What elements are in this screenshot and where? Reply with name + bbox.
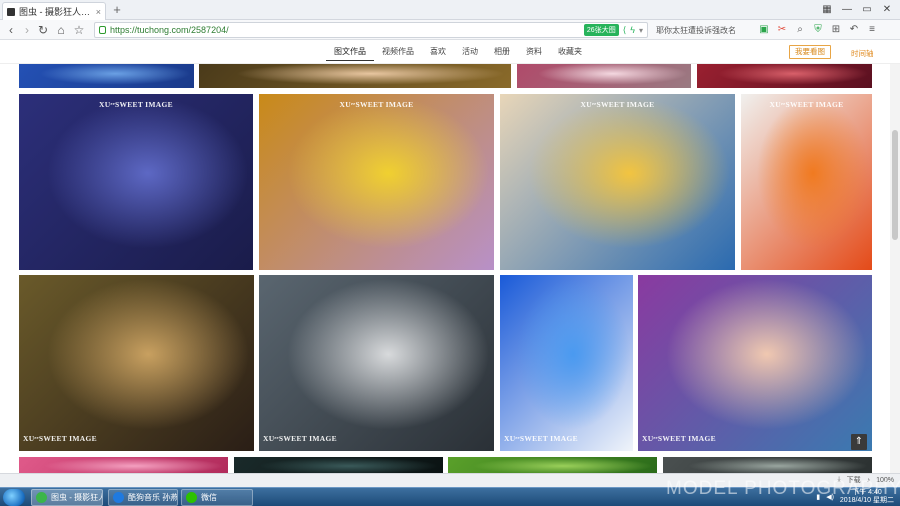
- lightning-icon[interactable]: ϟ: [630, 25, 635, 35]
- photo-watermark: XUᵉᵉSWEET IMAGE: [769, 100, 844, 109]
- share-icon[interactable]: ⟨: [623, 25, 627, 36]
- photo-thumbnail[interactable]: XUᵉᵉSWEET IMAGE: [741, 94, 872, 270]
- tab-title: 图虫 - 摄影狂人小宣宣 - 图虫网: [19, 7, 92, 17]
- photo-thumbnail[interactable]: XUᵉᵉSWEET IMAGE: [500, 275, 633, 451]
- photo-watermark: XUᵉᵉSWEET IMAGE: [580, 100, 655, 109]
- tab-3[interactable]: 活动: [454, 47, 486, 61]
- photo-watermark: XUᵉᵉSWEET IMAGE: [263, 434, 337, 443]
- photo-thumbnail[interactable]: [19, 64, 194, 88]
- photo-grid: XUᵉᵉSWEET IMAGE XUᵉᵉSWEET IMAGE XUᵉᵉSWEET …: [0, 64, 900, 488]
- photo-watermark: XUᵉᵉSWEET IMAGE: [23, 434, 97, 443]
- app-icon: [113, 492, 124, 503]
- photo-thumbnail[interactable]: XUᵉᵉSWEET IMAGE: [500, 94, 735, 270]
- url-field[interactable]: https://tuchong.com/2587204/ 26张大图 ⟨ ϟ ▾: [94, 22, 648, 38]
- search-icon[interactable]: ⌕: [794, 23, 806, 37]
- taskbar-item-1[interactable]: 酷狗音乐 孙燕...: [108, 489, 178, 506]
- photo-thumbnail[interactable]: [697, 64, 872, 88]
- tab-2[interactable]: 喜欢: [422, 47, 454, 61]
- photo-watermark: XUᵉᵉSWEET IMAGE: [99, 100, 173, 109]
- browser-tab[interactable]: 图虫 - 摄影狂人小宣宣 - 图虫网 ×: [2, 2, 106, 20]
- timeline-link[interactable]: 时间轴: [851, 48, 874, 59]
- scrollbar[interactable]: [890, 64, 900, 488]
- star-icon[interactable]: ☆: [72, 22, 86, 38]
- translate-icon[interactable]: ▣: [758, 23, 770, 37]
- app-icon: [186, 492, 197, 503]
- forward-icon[interactable]: ›: [20, 22, 34, 38]
- taskbar-item-2[interactable]: 微信: [181, 489, 253, 506]
- photo-watermark: XUᵉᵉSWEET IMAGE: [339, 100, 414, 109]
- address-bar: ‹ › ↻ ⌂ ☆ https://tuchong.com/2587204/ 2…: [0, 20, 900, 40]
- photo-thumbnail[interactable]: [517, 64, 691, 88]
- page-watermark: MODEL PHOTOGRAPHY: [666, 478, 900, 499]
- undo-icon[interactable]: ↶: [848, 23, 860, 37]
- photo-thumbnail[interactable]: XUᵉᵉSWEET IMAGE: [638, 275, 872, 451]
- tab-6[interactable]: 收藏夹: [550, 47, 590, 61]
- site-favicon-icon: [7, 7, 15, 16]
- reload-icon[interactable]: ↻: [36, 22, 50, 38]
- photo-thumbnail[interactable]: XUᵉᵉSWEET IMAGE: [259, 94, 494, 270]
- shield-icon[interactable]: ⛨: [812, 23, 824, 37]
- follow-button[interactable]: 我要看图: [789, 45, 831, 59]
- app-icon: [36, 492, 47, 503]
- menu-icon[interactable]: ≡: [866, 23, 878, 37]
- search-suggestion[interactable]: 耶你太狂遭投诉强改名: [652, 22, 752, 38]
- image-count-badge[interactable]: 26张大图: [583, 24, 619, 36]
- tab-0[interactable]: 图文作品: [326, 47, 374, 61]
- new-tab-button[interactable]: +: [110, 3, 124, 17]
- tab-4[interactable]: 相册: [486, 47, 518, 61]
- photo-thumbnail[interactable]: [199, 64, 511, 88]
- tab-1[interactable]: 视频作品: [374, 47, 422, 61]
- taskbar-item-label: 微信: [201, 493, 217, 502]
- close-icon[interactable]: ✕: [880, 2, 894, 16]
- taskbar-item-0[interactable]: 图虫 - 摄影狂人...: [31, 489, 103, 506]
- home-icon[interactable]: ⌂: [54, 22, 68, 38]
- chevron-down-icon[interactable]: ▾: [639, 26, 643, 35]
- minimize-icon[interactable]: —: [840, 2, 854, 16]
- tab-5[interactable]: 资料: [518, 47, 550, 61]
- photo-watermark: XUᵉᵉSWEET IMAGE: [642, 434, 716, 443]
- title-bar: 图虫 - 摄影狂人小宣宣 - 图虫网 × + ▦ — ▭ ✕: [0, 0, 900, 20]
- scissors-icon[interactable]: ✂: [776, 23, 788, 37]
- scrollbar-thumb[interactable]: [892, 130, 898, 240]
- start-button[interactable]: [3, 489, 25, 506]
- grid-view-icon[interactable]: ▦: [820, 2, 834, 16]
- extensions-icon[interactable]: ⊞: [830, 23, 842, 37]
- back-icon[interactable]: ‹: [4, 22, 18, 38]
- tab-close-icon[interactable]: ×: [96, 7, 101, 17]
- maximize-icon[interactable]: ▭: [860, 2, 874, 16]
- taskbar-item-label: 图虫 - 摄影狂人...: [51, 493, 102, 502]
- browser-window: 图虫 - 摄影狂人小宣宣 - 图虫网 × + ▦ — ▭ ✕ ‹ › ↻ ⌂ ☆…: [0, 0, 900, 506]
- profile-nav: 图文作品 视频作品 喜欢 活动 相册 资料 收藏夹 我要看图 时间轴: [0, 40, 900, 64]
- photo-thumbnail[interactable]: XUᵉᵉSWEET IMAGE: [19, 275, 254, 451]
- back-to-top-icon[interactable]: ⇑: [851, 434, 867, 450]
- taskbar-item-label: 酷狗音乐 孙燕...: [128, 493, 178, 502]
- lock-icon: [99, 26, 106, 34]
- photo-thumbnail[interactable]: XUᵉᵉSWEET IMAGE: [259, 275, 494, 451]
- photo-watermark: XUᵉᵉSWEET IMAGE: [504, 434, 578, 443]
- url-text: https://tuchong.com/2587204/: [110, 25, 229, 35]
- photo-thumbnail[interactable]: XUᵉᵉSWEET IMAGE: [19, 94, 253, 270]
